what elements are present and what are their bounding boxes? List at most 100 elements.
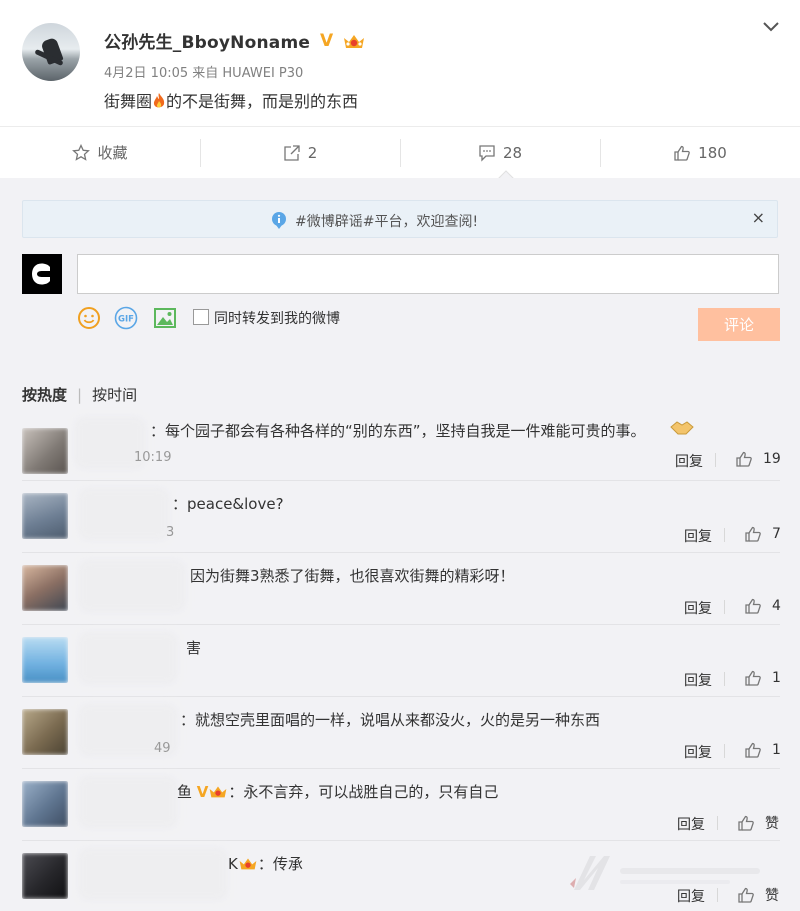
commenter-avatar[interactable] <box>22 853 68 899</box>
like-separator <box>717 816 718 830</box>
comment-like-label: 赞 <box>765 816 779 832</box>
like-separator <box>724 744 725 758</box>
comment-like-button[interactable]: 19 <box>715 450 781 468</box>
user-logo-icon <box>32 263 50 285</box>
commenter-avatar[interactable] <box>22 428 68 474</box>
blurred-username <box>78 847 228 901</box>
comment-like-count: 1 <box>772 670 781 686</box>
reply-button[interactable]: 回复 <box>684 742 712 762</box>
favorite-label: 收藏 <box>97 144 128 162</box>
comment-time: 10:19 <box>134 450 172 465</box>
comment-text-body: ：永不言弃，可以战胜自己的，只有自己 <box>228 783 499 801</box>
comment-text: 害 <box>186 639 202 657</box>
thumbs-up-icon <box>745 742 761 758</box>
post-action-bar: 收藏 2 28 180 <box>0 126 800 178</box>
comment-row: ：每个园子都会有各种各样的“别的东西”，坚持自我是一件难能可贵的事。 10:19… <box>22 406 781 478</box>
svg-text:GIF: GIF <box>118 315 134 325</box>
username-tail: K <box>228 855 238 873</box>
rumor-notice-banner[interactable]: #微博辟谣#平台，欢迎查阅! × <box>22 200 778 238</box>
thumbs-up-icon <box>745 526 761 542</box>
commenter-avatar[interactable] <box>22 709 68 755</box>
comment-like-button[interactable]: 赞 <box>717 813 779 833</box>
reply-button[interactable]: 回复 <box>684 670 712 690</box>
current-user-avatar[interactable] <box>22 254 62 294</box>
username-tail: 鱼 <box>177 783 193 801</box>
comment-like-count: 7 <box>772 526 781 542</box>
comment-text: K ：传承 <box>228 853 303 874</box>
comment-text: ：每个园子都会有各种各样的“别的东西”，坚持自我是一件难能可贵的事。 <box>150 422 646 440</box>
like-separator <box>715 453 716 467</box>
thumbs-up-icon <box>738 815 754 831</box>
author-name[interactable]: 公孙先生_BboyNoname <box>104 28 310 53</box>
comment-row: ：peace&love? 3 回复 7 <box>22 480 781 552</box>
reply-button[interactable]: 回复 <box>675 451 703 471</box>
close-icon[interactable]: × <box>752 208 765 227</box>
like-button[interactable]: 180 <box>600 127 800 178</box>
vip-crown-icon <box>210 786 227 798</box>
repost-count: 2 <box>307 143 318 162</box>
comment-text: ：就想空壳里面唱的一样，说唱从来都没火，火的是另一种东西 <box>180 711 601 729</box>
emoji-icon[interactable] <box>77 306 101 330</box>
author-avatar[interactable] <box>22 23 80 81</box>
post-meta: 4月2日 10:05 来自 HUAWEI P30 <box>104 66 304 81</box>
gif-icon[interactable]: GIF <box>114 306 138 330</box>
reply-button[interactable]: 回复 <box>684 526 712 546</box>
verified-v-icon: V <box>320 31 334 51</box>
submit-comment-button[interactable]: 评论 <box>698 308 780 341</box>
comment-input[interactable] <box>77 254 779 294</box>
commenter-avatar[interactable] <box>22 565 68 611</box>
thumbs-up-icon <box>674 145 691 161</box>
comment-like-button[interactable]: 1 <box>724 741 781 759</box>
thumbs-up-icon <box>736 451 752 467</box>
favorite-button[interactable]: 收藏 <box>0 127 200 178</box>
post-text-after: 的不是街舞，而是别的东西 <box>166 92 359 111</box>
commenter-avatar[interactable] <box>22 493 68 539</box>
comment-time: 49 <box>154 741 171 756</box>
comment-row: 害 回复 1 <box>22 624 781 696</box>
notice-text[interactable]: #微博辟谣#平台，欢迎查阅! <box>295 211 478 231</box>
comment-like-button[interactable]: 1 <box>724 669 781 687</box>
chevron-down-icon[interactable] <box>762 20 780 34</box>
thumbs-up-icon <box>745 598 761 614</box>
image-icon[interactable] <box>153 306 177 330</box>
fire-emoji-icon <box>153 93 165 108</box>
reply-button[interactable]: 回复 <box>684 598 712 618</box>
vip-crown-icon <box>344 35 364 48</box>
repost-button[interactable]: 2 <box>200 127 400 178</box>
like-separator <box>724 672 725 686</box>
commenter-avatar[interactable] <box>22 781 68 827</box>
like-separator <box>724 600 725 614</box>
post-text: 街舞圈 的不是街舞，而是别的东西 <box>104 88 358 112</box>
reply-button[interactable]: 回复 <box>677 814 705 834</box>
repost-icon <box>284 144 300 161</box>
star-icon <box>72 143 91 161</box>
comment-like-button[interactable]: 7 <box>724 525 781 543</box>
comment-text-body: ：传承 <box>257 855 303 873</box>
blurred-username <box>78 559 186 613</box>
verified-v-icon: V <box>196 783 209 801</box>
comment-time: 3 <box>166 525 175 540</box>
post-text-before: 街舞圈 <box>104 92 153 111</box>
like-count: 180 <box>698 143 727 162</box>
comment-like-count: 4 <box>772 598 781 614</box>
handshake-emoji-icon <box>670 421 694 435</box>
thumbs-up-icon <box>745 670 761 686</box>
comment-like-count: 1 <box>772 742 781 758</box>
like-separator <box>724 528 725 542</box>
forward-checkbox[interactable] <box>193 309 209 325</box>
comment-count: 28 <box>502 143 523 162</box>
weibo-post: 公孙先生_BboyNoname V 4月2日 10:05 来自 HUAWEI P… <box>0 0 800 126</box>
comment-row: 因为街舞3熟悉了街舞，也很喜欢街舞的精彩呀！ 回复 4 <box>22 552 781 624</box>
comment-text: 鱼 V ：永不言弃，可以战胜自己的，只有自己 <box>177 781 498 802</box>
sort-by-time-tab[interactable]: 按时间 <box>92 386 137 404</box>
vip-crown-icon <box>239 858 257 870</box>
commenter-avatar[interactable] <box>22 637 68 683</box>
comment-text: 因为街舞3熟悉了街舞，也很喜欢街舞的精彩呀！ <box>190 567 515 585</box>
blurred-username <box>78 775 178 829</box>
forward-label[interactable]: 同时转发到我的微博 <box>214 308 340 328</box>
info-icon <box>272 212 286 229</box>
sort-by-hot-tab[interactable]: 按热度 <box>22 386 67 404</box>
comment-row: ：就想空壳里面唱的一样，说唱从来都没火，火的是另一种东西 49 回复 1 <box>22 696 781 768</box>
comment-like-button[interactable]: 4 <box>724 597 781 615</box>
comment-text: ：peace&love? <box>172 495 284 513</box>
